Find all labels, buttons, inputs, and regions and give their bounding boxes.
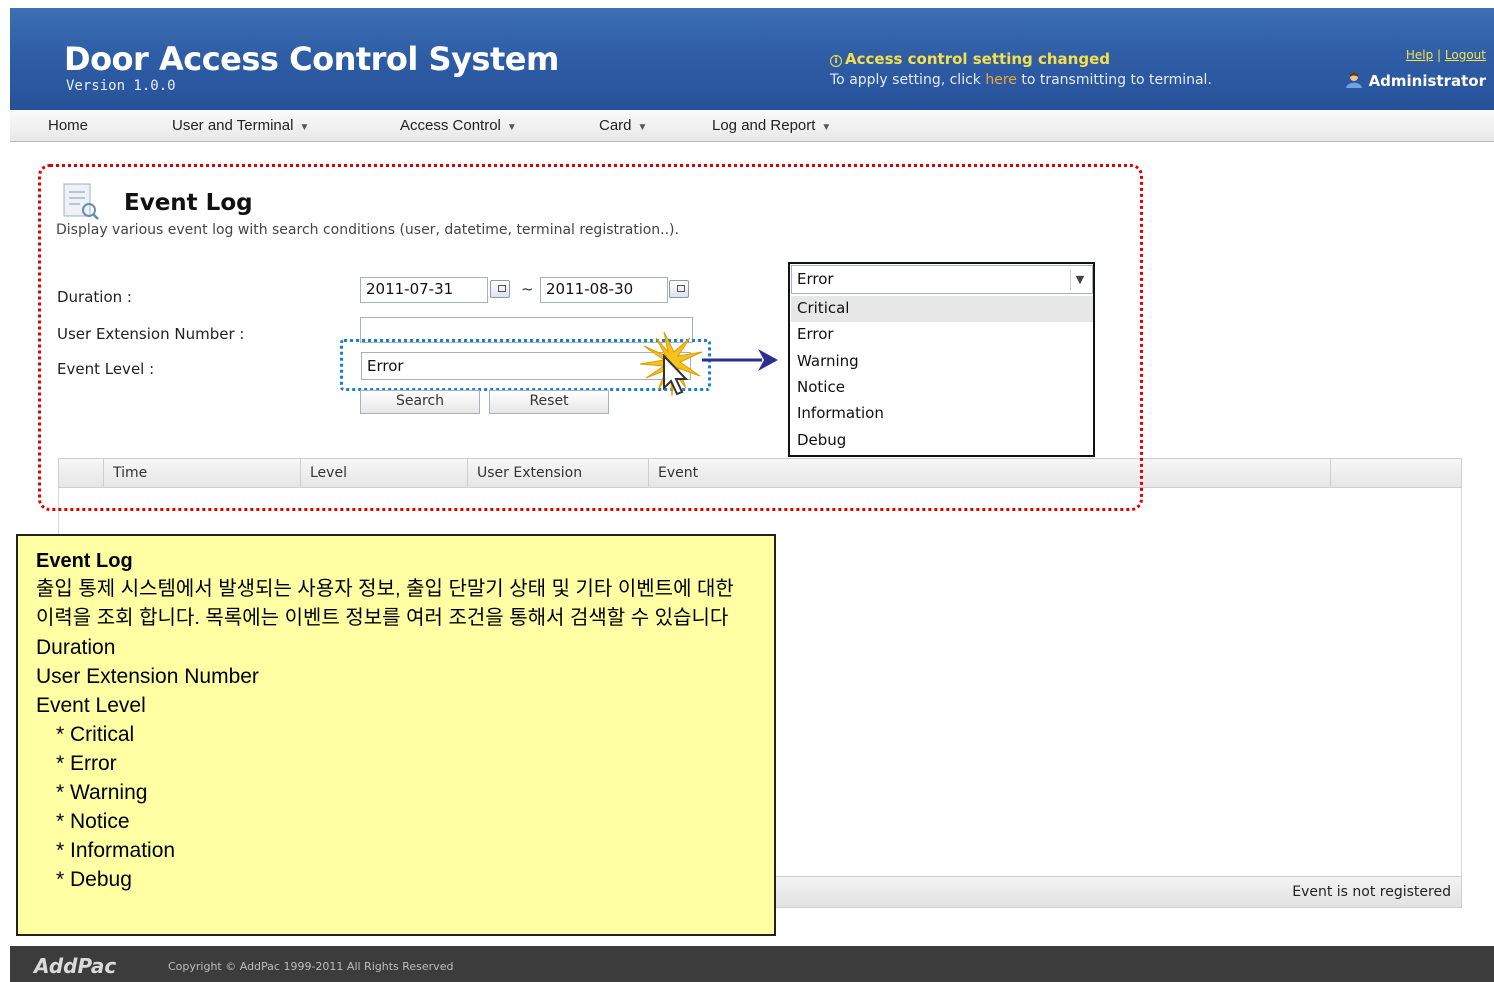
logout-link[interactable]: Logout	[1445, 48, 1486, 62]
here-link[interactable]: here	[985, 72, 1017, 88]
annotation-bullet: * Critical	[56, 723, 135, 746]
chevron-down-icon: ▼	[506, 122, 517, 133]
annotation-title: Event Log	[36, 550, 133, 572]
nav-card[interactable]: Card ▼	[599, 117, 647, 134]
user-icon	[1345, 72, 1362, 88]
link-separator: |	[1437, 48, 1442, 62]
current-user: Administrator	[1345, 72, 1486, 90]
main-nav: Home User and Terminal ▼ Access Control ▼ …	[10, 110, 1494, 142]
table-status: Event is not registered	[1292, 884, 1451, 900]
help-links: Help | Logout	[1406, 48, 1486, 62]
annotation-bullet: * Error	[56, 752, 117, 775]
nav-home[interactable]: Home	[48, 117, 88, 134]
setting-changed-notice: i Access control setting changed	[830, 50, 1110, 68]
nav-card-label: Card	[599, 117, 632, 134]
footer-logo: AddPac	[34, 954, 117, 978]
annotation-callout: Event Log 출입 통제 시스템에서 발생되는 사용자 정보, 출입 단말…	[16, 534, 776, 936]
chevron-down-icon: ▼	[821, 122, 832, 133]
app-version: Version 1.0.0	[66, 78, 176, 94]
annotation-bullet: * Warning	[56, 781, 148, 804]
notice-title-text: Access control setting changed	[845, 50, 1110, 68]
annotation-line: Duration	[36, 636, 116, 659]
chevron-down-icon: ▼	[637, 122, 648, 133]
app-header: Door Access Control System Version 1.0.0…	[10, 8, 1494, 110]
annotation-line: Event Level	[36, 694, 146, 717]
help-link[interactable]: Help	[1406, 48, 1433, 62]
notice-text-before: To apply setting, click	[830, 72, 986, 88]
column-divider	[1330, 459, 1331, 487]
notice-text: To apply setting, click here to transmit…	[830, 72, 1212, 88]
nav-log-report-label: Log and Report	[712, 117, 816, 134]
focus-highlight-box	[38, 164, 1143, 511]
annotation-bullet: * Debug	[56, 868, 132, 891]
annotation-bullet: * Information	[56, 839, 176, 862]
notice-text-after: to transmitting to terminal.	[1016, 72, 1212, 88]
app-title: Door Access Control System	[64, 40, 559, 78]
left-margin	[0, 0, 10, 982]
nav-access-control-label: Access Control	[400, 117, 501, 134]
annotation-bullet: * Notice	[56, 810, 130, 833]
annotation-line: User Extension Number	[36, 665, 259, 688]
nav-log-report[interactable]: Log and Report ▼	[712, 117, 831, 134]
nav-user-terminal[interactable]: User and Terminal ▼	[172, 117, 309, 134]
nav-home-label: Home	[48, 117, 89, 134]
user-name: Administrator	[1368, 72, 1486, 90]
footer-copyright: Copyright © AddPac 1999-2011 All Rights …	[168, 960, 454, 973]
annotation-body: 출입 통제 시스템에서 발생되는 사용자 정보, 출입 단말기 상태 및 기타 …	[36, 578, 734, 629]
chevron-down-icon: ▼	[299, 122, 310, 133]
nav-access-control[interactable]: Access Control ▼	[400, 117, 517, 134]
app-footer: AddPac Copyright © AddPac 1999-2011 All …	[10, 946, 1494, 982]
nav-user-terminal-label: User and Terminal	[172, 117, 294, 134]
info-icon: i	[830, 55, 842, 67]
